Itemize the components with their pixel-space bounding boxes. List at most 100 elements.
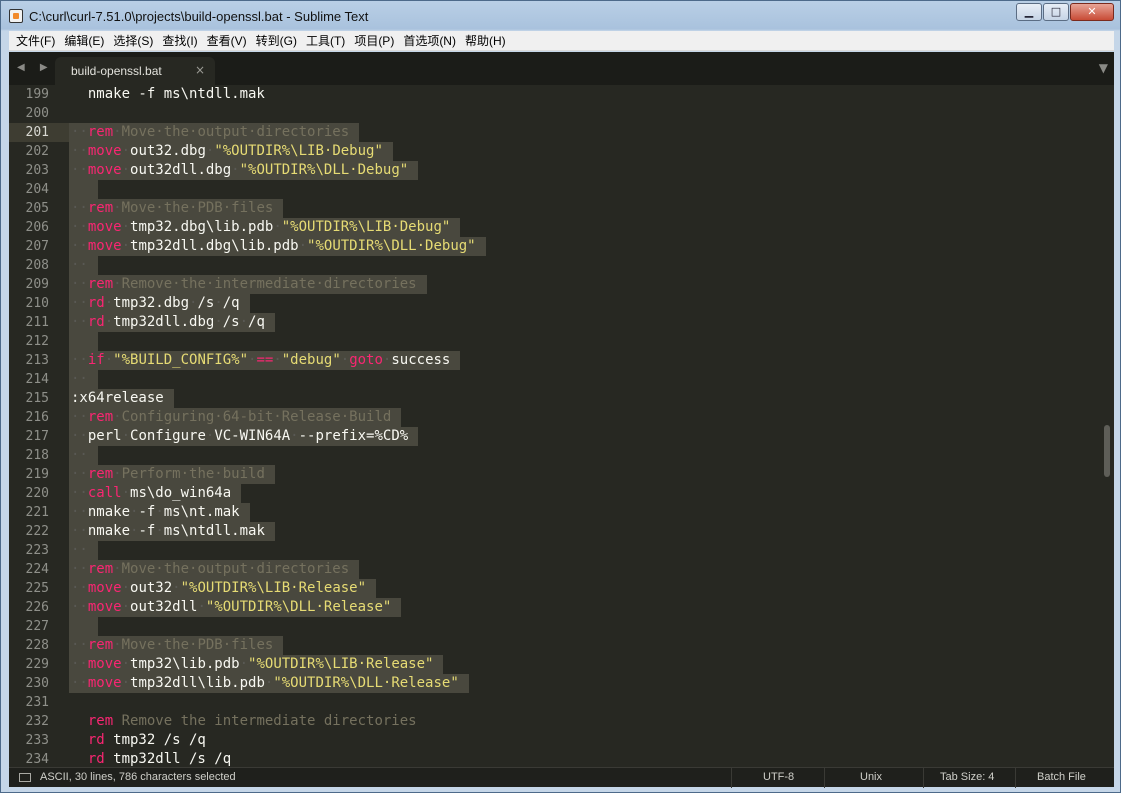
code-line[interactable]	[69, 332, 1101, 351]
token-ws	[71, 713, 88, 729]
code-line[interactable]: ··if·"%BUILD_CONFIG%"·==·"debug"·goto·su…	[69, 351, 1101, 370]
tab-nav-arrows-icon[interactable]: ◀ ▶	[17, 62, 54, 73]
code-line[interactable]: ··rem·Move·the·PDB·files	[69, 199, 1101, 218]
code-line[interactable]: :x64release	[69, 389, 1101, 408]
code-line[interactable]: ··rem·Perform·the·build	[69, 465, 1101, 484]
token-ws: ··	[71, 428, 88, 444]
code-line[interactable]: ··rd·tmp32dll.dbg·/s·/q	[69, 313, 1101, 332]
token-txt: out32	[130, 580, 173, 596]
line-endings-status[interactable]: Unix	[860, 771, 882, 783]
line-number: 218	[25, 448, 49, 463]
code-line[interactable]: ··	[69, 256, 1101, 275]
menu-project[interactable]: 项目(P)	[354, 32, 394, 49]
menu-goto[interactable]: 转到(G)	[256, 32, 297, 49]
code-line[interactable]: ··rem·Remove·the·intermediate·directorie…	[69, 275, 1101, 294]
code-line-text: ··perl·Configure·VC-WIN64A·--prefix=%CD%	[69, 428, 408, 444]
code-line[interactable]: rem Remove the intermediate directories	[69, 712, 1101, 731]
menu-preferences[interactable]: 首选项(N)	[403, 32, 456, 49]
token-kw: rem	[87, 561, 114, 577]
token-kw: ==	[256, 352, 274, 368]
line-number: 203	[25, 163, 49, 178]
code-line[interactable]	[69, 104, 1101, 123]
token-cm: Configuring·64-bit·Release·Build	[121, 409, 392, 425]
code-line[interactable]	[69, 693, 1101, 712]
code-line[interactable]: ··	[69, 541, 1101, 560]
code-line[interactable]: ··move·out32.dbg·"%OUTDIR%\LIB·Debug"	[69, 142, 1101, 161]
title-bar[interactable]: C:\curl\curl-7.51.0\projects\build-opens…	[1, 1, 1120, 31]
vertical-scrollbar[interactable]	[1102, 85, 1112, 767]
line-number: 204	[25, 182, 49, 197]
code-line[interactable]: ··nmake·-f·ms\ntdll.mak	[69, 522, 1101, 541]
menu-selection[interactable]: 选择(S)	[113, 32, 153, 49]
code-line[interactable]: ··move·out32dll.dbg·"%OUTDIR%\DLL·Debug"	[69, 161, 1101, 180]
code-line[interactable]: ··move·tmp32dll\lib.pdb·"%OUTDIR%\DLL·Re…	[69, 674, 1101, 693]
code-line[interactable]: ··rem·Move·the·output·directories	[69, 123, 1101, 142]
token-cm: Move·the·output·directories	[121, 124, 350, 140]
token-ws: ·	[172, 580, 181, 596]
menu-tools[interactable]: 工具(T)	[306, 32, 345, 49]
line-number: 232	[25, 714, 49, 729]
code-line-text: ··move·tmp32dll.dbg\lib.pdb·"%OUTDIR%\DL…	[69, 238, 476, 254]
syntax-status[interactable]: Batch File	[1037, 771, 1086, 783]
code-line[interactable]: ··move·out32dll·"%OUTDIR%\DLL·Release"	[69, 598, 1101, 617]
code-line[interactable]: ··move·tmp32\lib.pdb·"%OUTDIR%\LIB·Relea…	[69, 655, 1101, 674]
menu-help[interactable]: 帮助(H)	[465, 32, 506, 49]
code-line[interactable]: ··rem·Move·the·output·directories	[69, 560, 1101, 579]
code-line[interactable]: ··rem·Move·the·PDB·files	[69, 636, 1101, 655]
token-txt: tmp32dll\lib.pdb	[130, 675, 265, 691]
code-line-text: ··call·ms\do_win64a	[69, 485, 231, 501]
code-line[interactable]: rd tmp32dll /s /q	[69, 750, 1101, 767]
code-line[interactable]: ··move·out32·"%OUTDIR%\LIB·Release"	[69, 579, 1101, 598]
menu-find[interactable]: 查找(I)	[162, 32, 197, 49]
token-ws: ·	[121, 675, 131, 691]
maximize-button[interactable]: □	[1043, 3, 1069, 21]
token-kw: goto	[349, 352, 383, 368]
line-number-gutter[interactable]: 199 200 201 202 203 204 205 206 207 208 209 210 211 2…	[9, 85, 69, 767]
line-number: 199	[25, 87, 49, 102]
code-line[interactable]	[69, 180, 1101, 199]
token-ws	[71, 86, 88, 102]
token-cm: Move·the·PDB·files	[121, 637, 274, 653]
token-ws: ·	[290, 428, 299, 444]
code-line-text: ··rem·Move·the·output·directories	[69, 561, 349, 577]
token-ws: ·	[214, 295, 223, 311]
token-ws: ··	[71, 504, 88, 520]
panel-toggle-icon[interactable]	[19, 773, 31, 782]
status-divider	[731, 768, 732, 788]
minimize-button[interactable]: ▁	[1016, 3, 1042, 21]
menu-edit[interactable]: 编辑(E)	[64, 32, 104, 49]
menu-view[interactable]: 查看(V)	[207, 32, 247, 49]
token-txt: out32.dbg	[130, 143, 206, 159]
code-line[interactable]: ··	[69, 370, 1101, 389]
token-str: "%OUTDIR%\DLL·Debug"	[239, 162, 409, 178]
editor-area: ◀ ▶ build-openssl.bat × ▼ 199 200 201 202 20…	[9, 52, 1114, 788]
close-button[interactable]: ✕	[1070, 3, 1114, 21]
code-line[interactable]: ··rem·Configuring·64-bit·Release·Build	[69, 408, 1101, 427]
code-line[interactable]: ··nmake·-f·ms\nt.mak	[69, 503, 1101, 522]
code-line[interactable]: ··move·tmp32dll.dbg\lib.pdb·"%OUTDIR%\DL…	[69, 237, 1101, 256]
code-line[interactable]: ··perl·Configure·VC-WIN64A·--prefix=%CD%	[69, 427, 1101, 446]
encoding-status[interactable]: UTF-8	[763, 771, 794, 783]
code-line[interactable]	[69, 617, 1101, 636]
code-line[interactable]: ··call·ms\do_win64a	[69, 484, 1101, 503]
code-line[interactable]: ··	[69, 446, 1101, 465]
code-line[interactable]: rd tmp32 /s /q	[69, 731, 1101, 750]
selection-status: ASCII, 30 lines, 786 characters selected	[40, 771, 236, 783]
code-line[interactable]: ··rd·tmp32.dbg·/s·/q	[69, 294, 1101, 313]
token-str: "%OUTDIR%\LIB·Release"	[248, 656, 434, 672]
code-line[interactable]: nmake -f ms\ntdll.mak	[69, 85, 1101, 104]
tab-size-status[interactable]: Tab Size: 4	[940, 771, 994, 783]
code-line[interactable]: ··move·tmp32.dbg\lib.pdb·"%OUTDIR%\LIB·D…	[69, 218, 1101, 237]
tab-close-icon[interactable]: ×	[195, 63, 205, 77]
code-line-text: ··move·out32.dbg·"%OUTDIR%\LIB·Debug"	[69, 143, 383, 159]
code-view[interactable]: nmake -f ms\ntdll.mak ··rem·Move·the·outp…	[69, 85, 1101, 767]
tab-dropdown-icon[interactable]: ▼	[1099, 61, 1108, 75]
scroll-thumb[interactable]	[1104, 425, 1110, 477]
line-number: 227	[25, 619, 49, 634]
menu-file[interactable]: 文件(F)	[16, 32, 55, 49]
tab-build-openssl[interactable]: build-openssl.bat ×	[55, 57, 215, 85]
line-number: 215	[25, 391, 49, 406]
